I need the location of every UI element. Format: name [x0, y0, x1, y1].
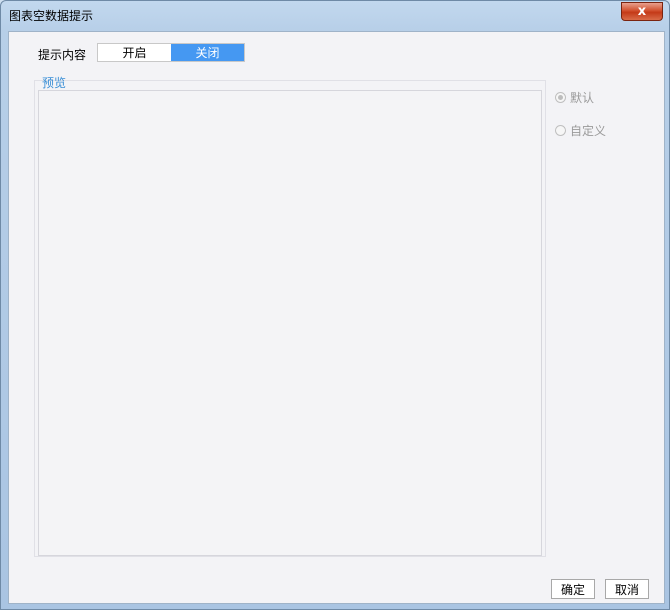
- radio-default-label: 默认: [570, 91, 595, 105]
- ok-button[interactable]: 确定: [551, 579, 595, 599]
- preview-area: [38, 90, 542, 556]
- toggle-option-off[interactable]: 关闭: [171, 44, 244, 61]
- dialog-body: 提示内容 开启 关闭 预览 默认 自定义 确定 取消: [8, 31, 665, 604]
- close-icon: x: [637, 4, 647, 19]
- radio-checked-icon: [555, 92, 566, 103]
- tip-toggle: 开启 关闭: [97, 43, 245, 62]
- toggle-option-on[interactable]: 开启: [98, 44, 171, 61]
- radio-custom[interactable]: 自定义: [555, 122, 606, 139]
- cancel-button[interactable]: 取消: [605, 579, 649, 599]
- title-bar[interactable]: 图表空数据提示 x: [1, 1, 669, 31]
- radio-default[interactable]: 默认: [555, 89, 594, 106]
- preview-legend: 预览: [42, 76, 67, 90]
- radio-unchecked-icon: [555, 125, 566, 136]
- window-title: 图表空数据提示: [9, 9, 94, 23]
- dialog-window: 图表空数据提示 x 提示内容 开启 关闭 预览 默认 自定义 确定 取消: [0, 0, 670, 610]
- close-button[interactable]: x: [621, 2, 663, 21]
- radio-custom-label: 自定义: [570, 124, 607, 138]
- tip-content-label: 提示内容: [38, 48, 87, 62]
